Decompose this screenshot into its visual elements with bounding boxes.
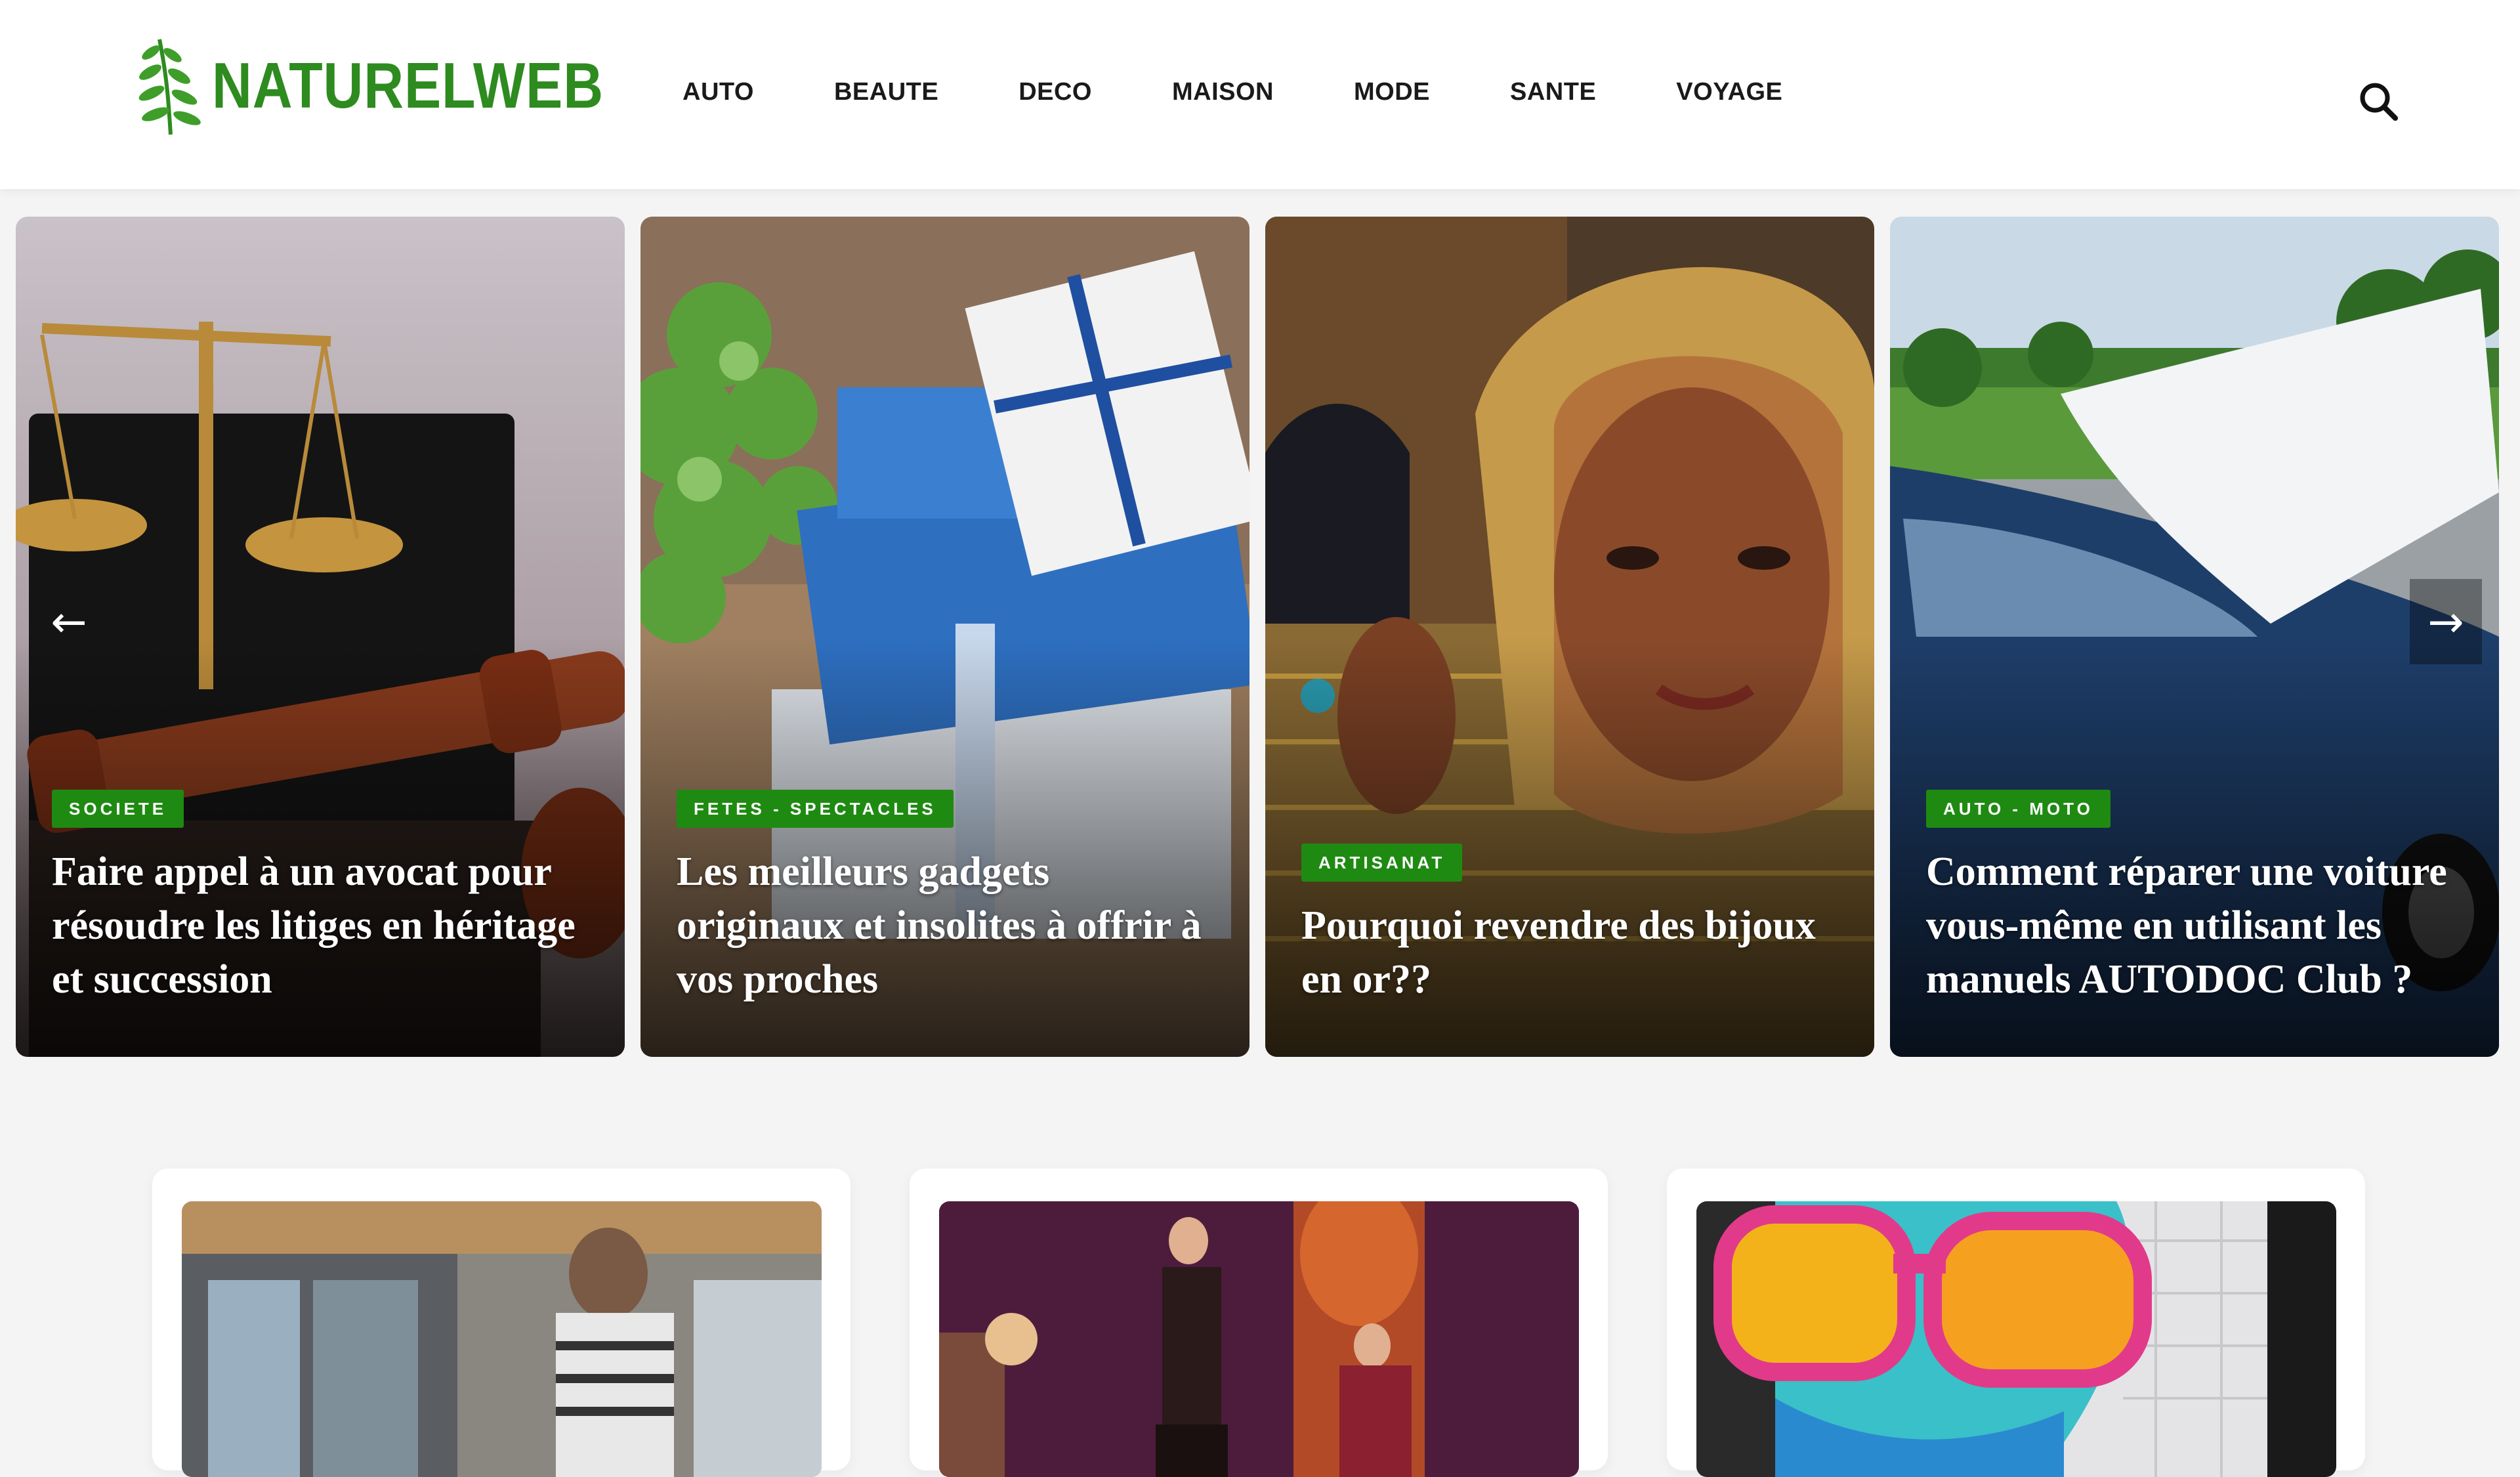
slide-title[interactable]: Faire appel à un avocat pour résoudre le… [52, 845, 598, 1006]
category-badge[interactable]: AUTO - MOTO [1926, 790, 2110, 828]
leaf-logo-icon [138, 39, 201, 135]
post-thumbnail[interactable] [182, 1201, 822, 1477]
category-badge[interactable]: FETES - SPECTACLES [677, 790, 954, 828]
nav-item-deco[interactable]: DECO [1018, 78, 1092, 106]
post-card[interactable] [152, 1168, 850, 1477]
post-image [1696, 1201, 2336, 1477]
category-badge[interactable]: ARTISANAT [1301, 844, 1463, 882]
slide-card[interactable]: ARTISANAT Pourquoi revendre des bijoux e… [1265, 217, 1874, 1057]
slider-prev-button[interactable]: ← [33, 579, 105, 664]
main-nav: AUTO BEAUTE DECO MAISON MODE SANTE VOYAG… [682, 69, 1862, 115]
nav-item-beaute[interactable]: BEAUTE [834, 78, 938, 106]
nav-item-mode[interactable]: MODE [1354, 78, 1430, 106]
nav-item-auto[interactable]: AUTO [682, 78, 754, 106]
arrow-right-icon: → [2427, 596, 2464, 647]
slide-card[interactable]: FETES - SPECTACLES Les meilleurs gadgets… [640, 217, 1250, 1057]
slide-card[interactable]: SOCIETE Faire appel à un avocat pour rés… [16, 217, 625, 1057]
slide-title[interactable]: Pourquoi revendre des bijoux en or?? [1301, 899, 1848, 1006]
site-header: NATURELWEB AUTO BEAUTE DECO MAISON MODE … [0, 0, 2520, 189]
site-logo[interactable]: NATURELWEB [135, 33, 667, 138]
slide-title[interactable]: Les meilleurs gadgets originaux et insol… [677, 845, 1223, 1006]
slide-title[interactable]: Comment réparer une voiture vous-même en… [1926, 845, 2473, 1006]
post-thumbnail[interactable] [939, 1201, 1579, 1477]
post-thumbnail[interactable] [1696, 1201, 2336, 1477]
post-image [182, 1201, 822, 1477]
site-logo-text: NATURELWEB [212, 49, 604, 121]
nav-item-sante[interactable]: SANTE [1510, 78, 1596, 106]
nav-item-maison[interactable]: MAISON [1172, 78, 1274, 106]
slider-next-button[interactable]: → [2410, 579, 2482, 664]
arrow-left-icon: ← [51, 596, 87, 647]
search-icon [2360, 83, 2398, 121]
nav-item-voyage[interactable]: VOYAGE [1676, 78, 1782, 106]
post-card[interactable] [910, 1168, 1608, 1477]
featured-slider: SOCIETE Faire appel à un avocat pour rés… [0, 217, 2520, 1057]
category-badge[interactable]: SOCIETE [52, 790, 184, 828]
post-image [939, 1201, 1579, 1477]
search-button[interactable] [2356, 79, 2401, 123]
post-card[interactable] [1667, 1168, 2365, 1477]
slide-card[interactable]: AUTO - MOTO Comment réparer une voiture … [1890, 217, 2499, 1057]
